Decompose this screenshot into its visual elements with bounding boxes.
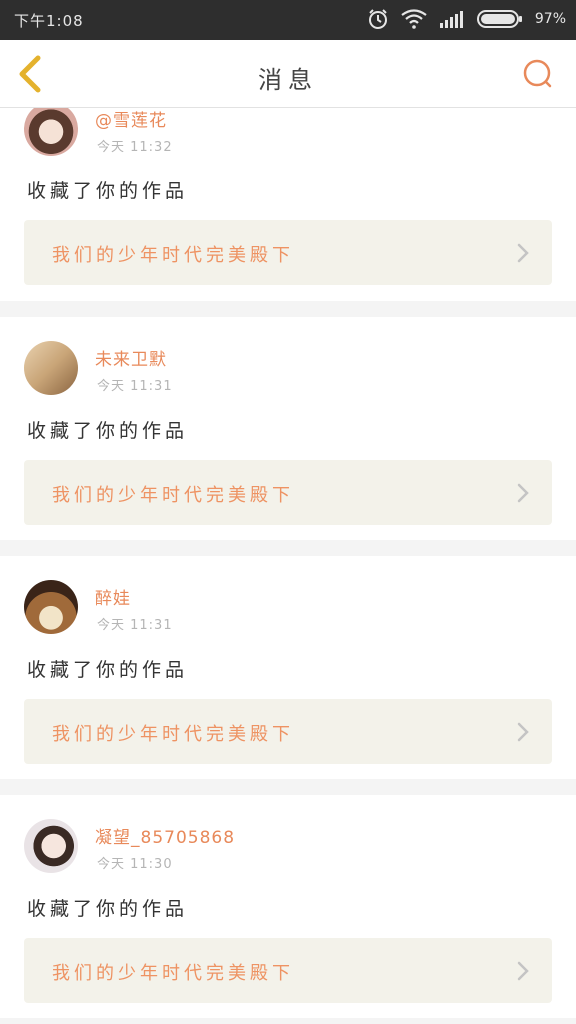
avatar[interactable] [24, 341, 78, 395]
work-title: 我们的少年时代完美殿下 [52, 963, 294, 984]
work-link[interactable]: 我们的少年时代完美殿下 [24, 938, 552, 1003]
work-title: 我们的少年时代完美殿下 [52, 485, 294, 506]
chevron-right-icon [517, 722, 529, 742]
message-card: 醉娃 今天 11:31 收藏了你的作品 我们的少年时代完美殿下 [0, 556, 576, 779]
message-card: @雪莲花 今天 11:32 收藏了你的作品 我们的少年时代完美殿下 [0, 102, 576, 301]
message-action: 收藏了你的作品 [27, 659, 189, 681]
message-username[interactable]: @雪莲花 [95, 106, 167, 131]
chevron-right-icon [517, 243, 529, 263]
status-icons: 97% [367, 8, 566, 30]
card-separator [0, 779, 576, 795]
battery-icon [476, 10, 522, 28]
message-list: @雪莲花 今天 11:32 收藏了你的作品 我们的少年时代完美殿下 未来卫默 今… [0, 102, 576, 1018]
avatar[interactable] [24, 580, 78, 634]
search-icon[interactable] [522, 58, 554, 90]
work-link[interactable]: 我们的少年时代完美殿下 [24, 460, 552, 525]
message-username[interactable]: 未来卫默 [95, 345, 167, 370]
message-time: 今天 11:30 [97, 857, 173, 872]
status-bar: 下午1:08 97% [0, 0, 576, 40]
card-separator [0, 301, 576, 317]
avatar[interactable] [24, 819, 78, 873]
message-card: 凝望_85705868 今天 11:30 收藏了你的作品 我们的少年时代完美殿下 [0, 795, 576, 1018]
message-username[interactable]: 醉娃 [95, 584, 131, 609]
top-nav-bar: 消息 [0, 40, 576, 108]
work-title: 我们的少年时代完美殿下 [52, 724, 294, 745]
chevron-right-icon [517, 483, 529, 503]
work-link[interactable]: 我们的少年时代完美殿下 [24, 220, 552, 285]
page-title: 消息 [258, 66, 318, 94]
message-time: 今天 11:31 [97, 379, 173, 394]
work-link[interactable]: 我们的少年时代完美殿下 [24, 699, 552, 764]
message-time: 今天 11:31 [97, 618, 173, 633]
message-time: 今天 11:32 [97, 140, 173, 155]
status-time: 下午1:08 [14, 12, 84, 30]
message-action: 收藏了你的作品 [27, 898, 189, 920]
avatar[interactable] [24, 102, 78, 156]
wifi-icon [401, 9, 427, 29]
message-action: 收藏了你的作品 [27, 420, 189, 442]
alarm-icon [368, 9, 387, 29]
battery-percent: 97% [534, 11, 566, 27]
work-title: 我们的少年时代完美殿下 [52, 245, 294, 266]
message-action: 收藏了你的作品 [27, 180, 189, 202]
signal-icon [439, 11, 463, 28]
message-card: 未来卫默 今天 11:31 收藏了你的作品 我们的少年时代完美殿下 [0, 317, 576, 540]
card-separator [0, 540, 576, 556]
chevron-right-icon [517, 961, 529, 981]
message-username[interactable]: 凝望_85705868 [95, 823, 235, 848]
